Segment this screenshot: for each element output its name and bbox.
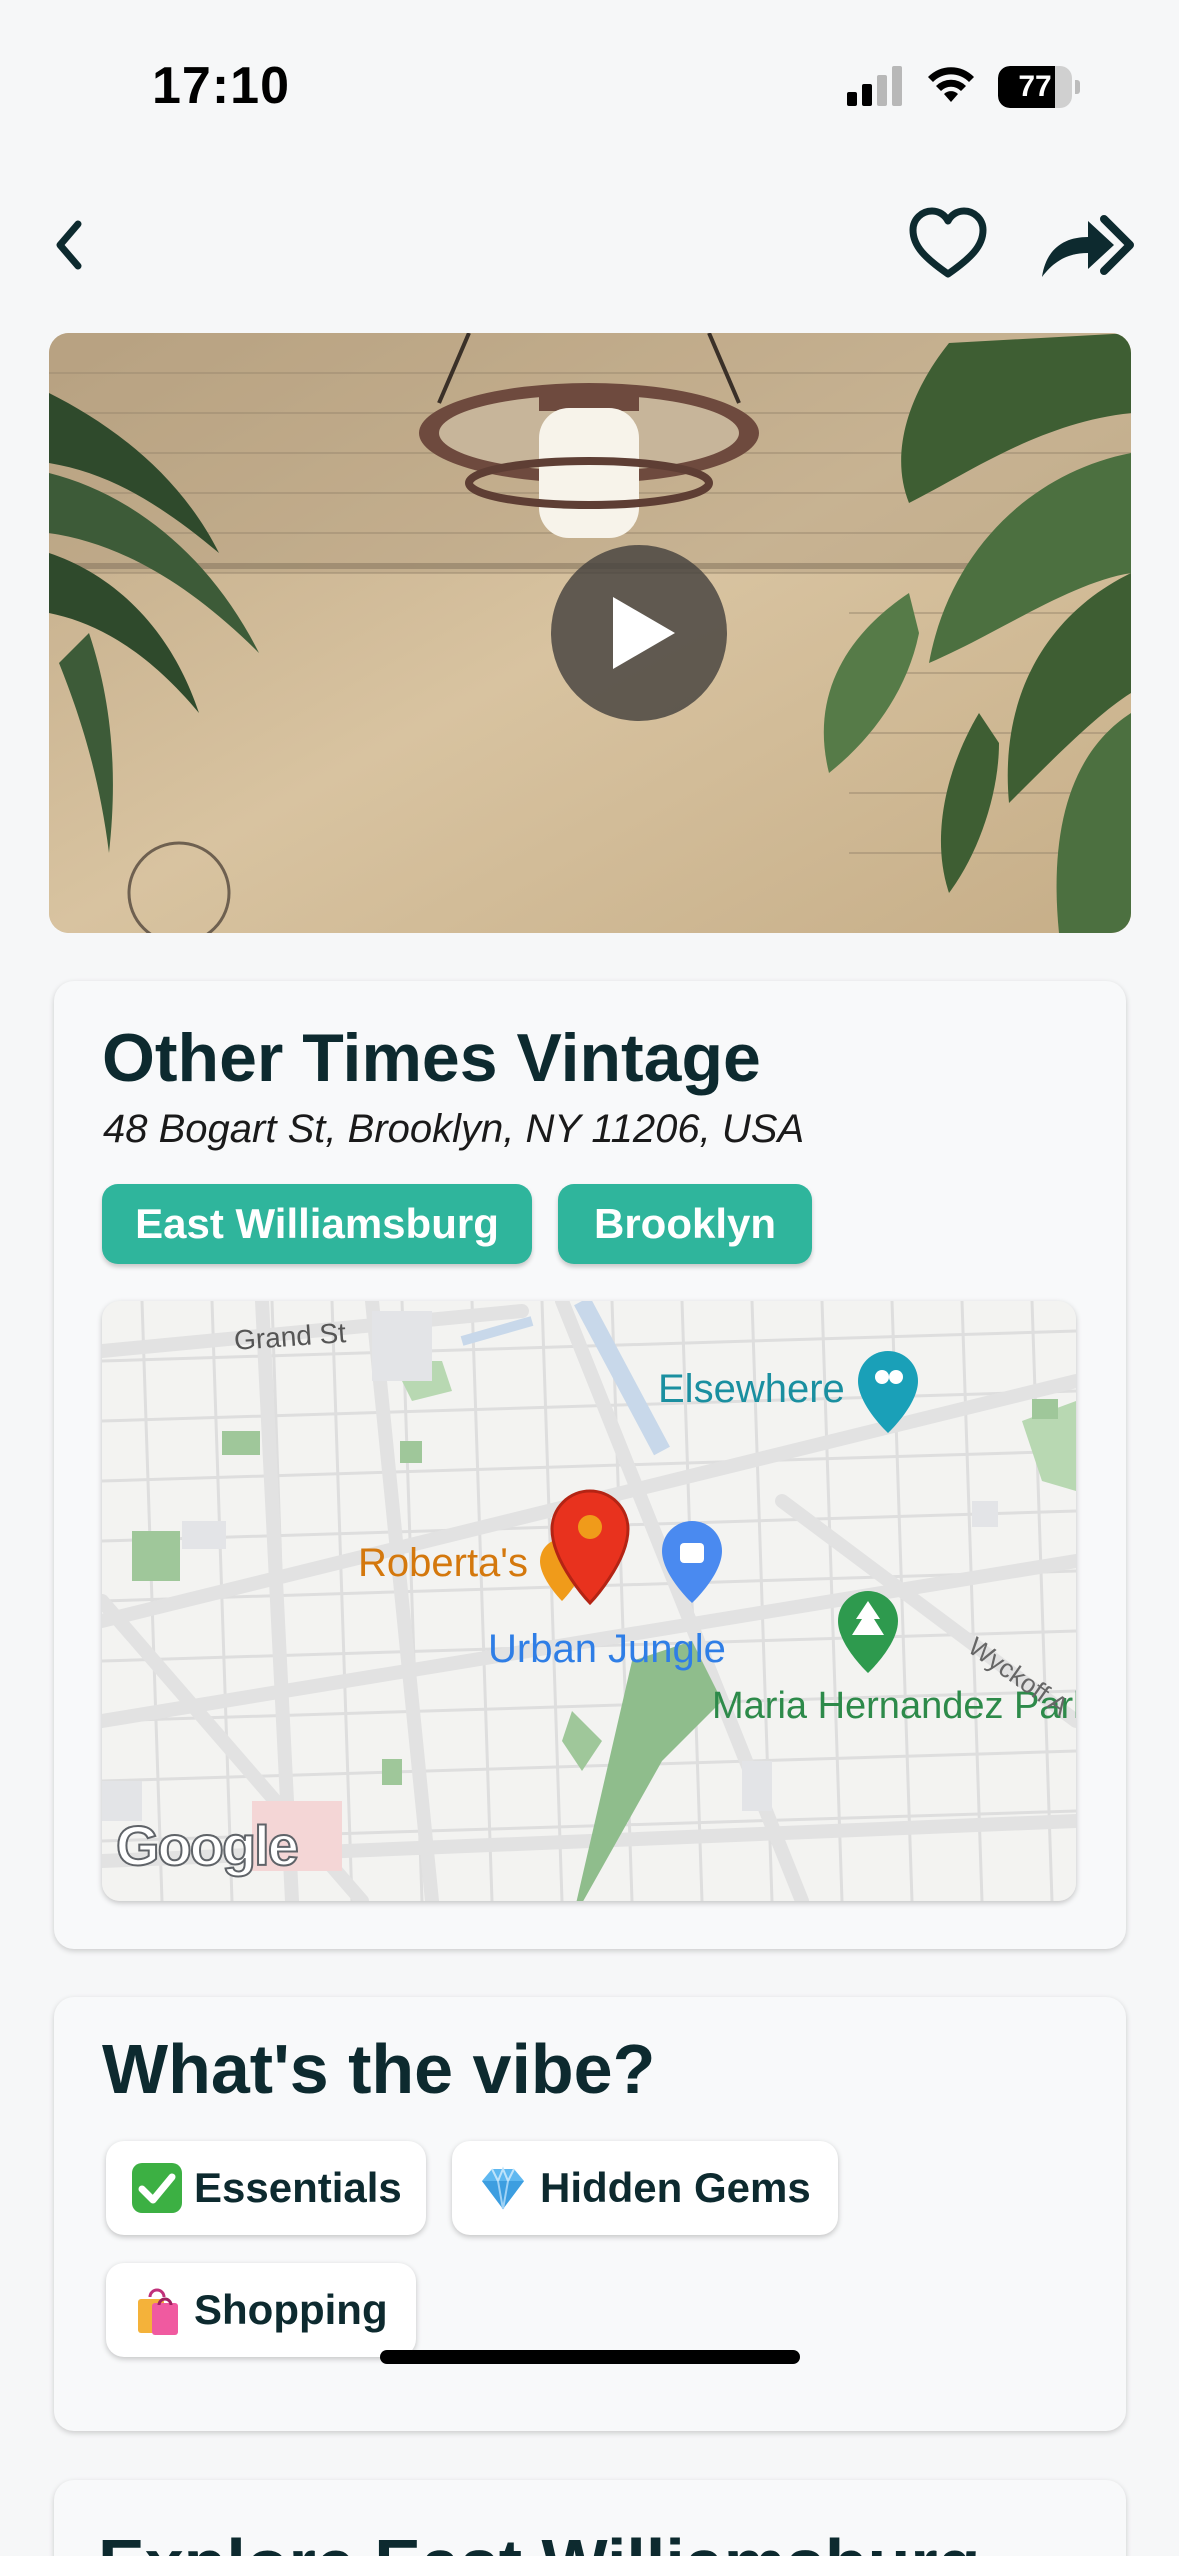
vibe-chip-essentials[interactable]: Essentials xyxy=(106,2141,426,2235)
place-address: 48 Bogart St, Brooklyn, NY 11206, USA xyxy=(103,1107,805,1151)
status-bar: 17:10 77 xyxy=(0,0,1179,170)
vibe-card: What's the vibe? Essentials Hidden Gems … xyxy=(54,1997,1126,2431)
place-info-card: Other Times Vintage 48 Bogart St, Brookl… xyxy=(54,981,1126,1949)
chevron-left-icon[interactable] xyxy=(40,210,100,280)
tag-borough[interactable]: Brooklyn xyxy=(558,1184,812,1264)
vibe-chip-shopping[interactable]: Shopping xyxy=(106,2263,416,2357)
place-title: Other Times Vintage xyxy=(102,1020,761,1096)
map-graphic xyxy=(102,1301,1076,1901)
map-label-urban-jungle[interactable]: Urban Jungle xyxy=(488,1627,726,1672)
gem-stone-icon xyxy=(482,2166,524,2210)
location-map[interactable]: Grand St Elsewhere Roberta's Urban Jungl… xyxy=(102,1301,1076,1901)
shopping-bags-icon xyxy=(138,2288,178,2335)
vibe-chip-label: Hidden Gems xyxy=(540,2164,811,2211)
heart-outline-icon[interactable] xyxy=(905,200,991,286)
share-forward-icon[interactable] xyxy=(1038,205,1134,285)
play-icon xyxy=(613,597,675,669)
status-time: 17:10 xyxy=(152,57,290,115)
explore-section-title: Explore East Williamsburg xyxy=(98,2524,980,2556)
map-label-robertas[interactable]: Roberta's xyxy=(358,1541,528,1586)
tag-neighborhood[interactable]: East Williamsburg xyxy=(102,1184,532,1264)
wifi-icon xyxy=(928,67,974,102)
cellular-signal-icon xyxy=(847,66,902,106)
home-indicator[interactable] xyxy=(380,2350,800,2364)
map-label-maria-hernandez-park[interactable]: Maria Hernandez Park xyxy=(712,1681,1076,1731)
vibe-chip-label: Shopping xyxy=(194,2286,388,2333)
play-button[interactable] xyxy=(551,545,727,721)
map-label-elsewhere[interactable]: Elsewhere xyxy=(658,1367,845,1412)
vibe-chip-hidden-gems[interactable]: Hidden Gems xyxy=(452,2141,838,2235)
check-mark-button-icon xyxy=(132,2163,182,2213)
vibe-chip-label: Essentials xyxy=(194,2164,402,2211)
vibe-section-title: What's the vibe? xyxy=(102,2030,656,2108)
explore-card: Explore East Williamsburg xyxy=(54,2480,1126,2556)
google-logo: Google xyxy=(115,1813,300,1878)
battery-level: 77 xyxy=(1018,70,1052,103)
video-preview[interactable] xyxy=(49,333,1131,933)
battery-icon: 77 xyxy=(998,66,1080,108)
